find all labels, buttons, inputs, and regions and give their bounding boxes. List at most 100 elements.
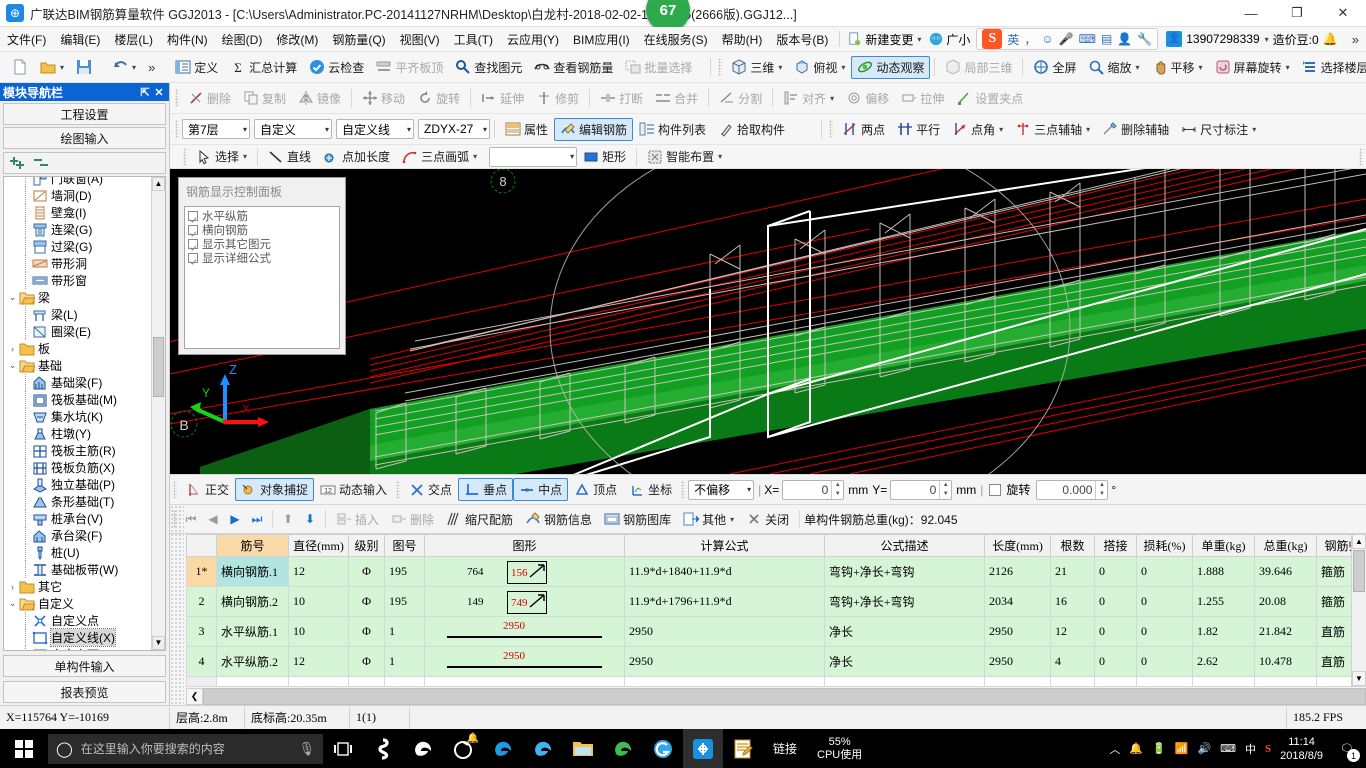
toolbar-button-6-batch-select-icon[interactable]: 批量选择 <box>619 56 698 79</box>
tree-item-10[interactable]: › 板 <box>4 340 151 357</box>
edit-button-9-split-icon[interactable]: 分割 <box>713 87 768 110</box>
axis-button-3-three-point-axis-icon[interactable]: 三点辅轴 ▾ <box>1009 118 1096 141</box>
tray-battery-icon[interactable]: 🔋 <box>1152 742 1166 755</box>
combo-category[interactable]: 自定义 ▾ <box>254 119 332 139</box>
table-row[interactable]: 4 水平纵筋.2 12 Φ 1 2950 2950 净长 2950 4 0 0 2.62 10.478 直筋… <box>186 646 1366 677</box>
draw-button-3-three-point-arc-icon[interactable]: 三点画弧 ▾ <box>396 145 483 168</box>
grid-column-header-8[interactable]: 长度(mm) <box>984 534 1051 557</box>
taskbar-app-360[interactable]: 🔔 <box>443 729 483 768</box>
taskbar-clock[interactable]: 11:14 2018/8/9 <box>1280 735 1323 763</box>
rotate-checkbox[interactable] <box>989 483 1002 496</box>
checkbox-icon[interactable] <box>188 225 198 235</box>
tree-item-17[interactable]: 筏板负筋(X) <box>4 459 151 476</box>
grid-column-header-2[interactable]: 直径(mm) <box>288 534 349 557</box>
3d-viewport[interactable]: 8 B Z X Y 钢筋显示控制面板 水平纵筋 横向钢筋 显示其它图元 显示详细公式 <box>170 169 1366 474</box>
axis-button-0-two-point-icon[interactable]: 两点 <box>836 118 891 141</box>
tree-toggle-icon[interactable]: ⌄ <box>6 292 19 303</box>
grid-scroll-down-arrow[interactable]: ▼ <box>1352 671 1366 686</box>
edit-button-3-move-icon[interactable]: 移动 <box>356 87 411 110</box>
tree-item-2[interactable]: 壁龛(I) <box>4 204 151 221</box>
axis-button-1-parallel-icon[interactable]: 平行 <box>891 118 946 141</box>
grid-column-header-9[interactable]: 根数 <box>1050 534 1095 557</box>
tray-ime-label[interactable]: 中 <box>1245 741 1256 757</box>
ime-user-icon[interactable]: 👤 <box>1117 32 1132 46</box>
chevron-down-icon[interactable]: ▾ <box>243 152 247 161</box>
taskbar-app-gt[interactable] <box>643 729 683 768</box>
tree-item-20[interactable]: 桩承台(V) <box>4 510 151 527</box>
ime-keyboard-icon[interactable]: ⌨ <box>1079 32 1096 46</box>
combo-component-type[interactable]: 自定义线 ▾ <box>336 119 414 139</box>
snap-2-midpoint-icon[interactable]: 中点 <box>513 478 569 501</box>
tree-item-9[interactable]: 圈梁(E) <box>4 323 151 340</box>
toolbar-button-1-sigma-icon[interactable]: Σ 汇总计算 <box>224 56 303 79</box>
edit-button-4-rotate-icon[interactable]: 旋转 <box>411 87 466 110</box>
component-tree[interactable]: 门联窗(A) 墙洞(D) 壁龛(I) 连梁(G) 过梁(G) 带形洞 带形窗 ⌄ 梁梁(L) 圈梁… <box>3 176 166 651</box>
table-row[interactable]: 2 横向钢筋.2 10 Ф 195 149 749 11.9*d+1796+11.9*d 弯钩+… <box>186 586 1366 617</box>
view-button-6-pan-icon[interactable]: 平移 ▾ <box>1146 56 1209 79</box>
tree-item-5[interactable]: 带形洞 <box>4 255 151 272</box>
chevron-down-icon[interactable]: ▾ <box>999 125 1003 134</box>
tray-sogou-icon[interactable]: S <box>1265 743 1271 755</box>
axis-button-5-dimension-icon[interactable]: 尺寸标注 ▾ <box>1175 118 1262 141</box>
sidebar-close-icon[interactable]: ✕ <box>152 86 166 99</box>
view-button-0-cube-icon[interactable]: 三维 ▾ <box>725 56 788 79</box>
grid-column-header-0[interactable] <box>186 534 217 557</box>
menu-item-8[interactable]: 工具(T) <box>447 28 500 51</box>
toolbar-button-3-align-slab-icon[interactable]: 平齐板顶 <box>370 56 449 79</box>
grid-column-header-1[interactable]: 筋号 <box>216 534 289 557</box>
rebar-option-3[interactable]: 显示详细公式 <box>188 251 336 265</box>
edit-button-0-delete-icon[interactable]: 删除 <box>182 87 237 110</box>
menu-item-9[interactable]: 云应用(Y) <box>500 28 566 51</box>
combo-floor[interactable]: 第7层 ▾ <box>182 119 250 139</box>
tree-scroll-thumb[interactable] <box>153 337 164 397</box>
tree-item-16[interactable]: 筏板主筋(R) <box>4 442 151 459</box>
menu-item-13[interactable]: 版本号(B) <box>769 28 835 51</box>
taskbar-app-ie1[interactable] <box>483 729 523 768</box>
combo-component[interactable]: ZDYX-27 ▾ <box>418 119 490 139</box>
offset-mode-combo[interactable]: 不偏移 ▾ <box>688 479 755 500</box>
menu-item-2[interactable]: 楼层(L) <box>107 28 160 51</box>
expand-all-icon[interactable] <box>10 155 28 171</box>
tree-item-24[interactable]: › 其它 <box>4 578 151 595</box>
sidebar-button-drawing-input[interactable]: 绘图输入 <box>3 127 166 149</box>
cpu-usage-widget[interactable]: 55% CPU使用 <box>817 736 862 762</box>
toolbar-button-2-cloud-check-icon[interactable]: 云检查 <box>303 56 370 79</box>
tree-item-14[interactable]: 集水坑(K) <box>4 408 151 425</box>
grid-horizontal-scrollbar[interactable]: ❮ <box>186 686 1366 705</box>
sidebar-button-report-preview[interactable]: 报表预览 <box>3 681 166 703</box>
edit-button-12-stretch-icon[interactable]: 拉伸 <box>895 87 950 110</box>
checkbox-icon[interactable] <box>188 211 198 221</box>
taskbar-search[interactable]: ◯ 在这里输入你要搜索的内容 🎙 <box>48 733 323 764</box>
chevron-down-icon[interactable]: ▾ <box>239 125 247 134</box>
table-row-empty[interactable] <box>186 676 1366 686</box>
menu-item-4[interactable]: 绘图(D) <box>215 28 270 51</box>
menu-item-5[interactable]: 修改(M) <box>269 28 325 51</box>
y-input[interactable]: 0 ▲ ▼ <box>890 479 953 500</box>
chevron-down-icon[interactable]: ▾ <box>718 152 722 161</box>
draw-button-2-point-length-icon[interactable]: 点加长度 <box>317 145 396 168</box>
edit-button-5-extend-icon[interactable]: 延伸 <box>475 87 530 110</box>
tray-volume-icon[interactable]: 🔊 <box>1197 742 1211 755</box>
chevron-down-icon[interactable]: ▾ <box>730 515 734 524</box>
undo-button[interactable]: ▾ <box>106 56 142 78</box>
tree-item-11[interactable]: ⌄ 基础 <box>4 357 151 374</box>
tree-toggle-icon[interactable]: › <box>6 344 19 354</box>
rebar-nav-3[interactable]: ⏭ <box>246 509 268 529</box>
component-button-1-edit-rebar-icon[interactable]: 编辑钢筋 <box>554 117 634 141</box>
tree-item-28[interactable]: 自定义面 <box>4 646 151 650</box>
rebar-tool-0-insert-row-icon[interactable]: 插入 <box>330 508 385 531</box>
tree-item-4[interactable]: 过梁(G) <box>4 238 151 255</box>
rebar-option-0[interactable]: 水平纵筋 <box>188 209 336 223</box>
chevron-down-icon[interactable]: ▾ <box>479 125 487 134</box>
toolbar-button-0-define-icon[interactable]: 定义 <box>169 56 224 79</box>
checkbox-icon[interactable] <box>188 253 198 263</box>
grid-scroll-left-arrow[interactable]: ❮ <box>186 687 203 705</box>
grid-column-header-5[interactable]: 图形 <box>424 534 625 557</box>
tree-item-3[interactable]: 连梁(G) <box>4 221 151 238</box>
account-phone[interactable]: 13907298339 <box>1186 32 1259 46</box>
tree-item-25[interactable]: ⌄ 自定义 <box>4 595 151 612</box>
chevron-down-icon[interactable]: ▾ <box>1136 63 1140 72</box>
x-input[interactable]: 0 ▲ ▼ <box>782 479 845 500</box>
taskbar-app-green-browser[interactable] <box>603 729 643 768</box>
edit-button-11-offset-icon[interactable]: 偏移 <box>840 87 895 110</box>
